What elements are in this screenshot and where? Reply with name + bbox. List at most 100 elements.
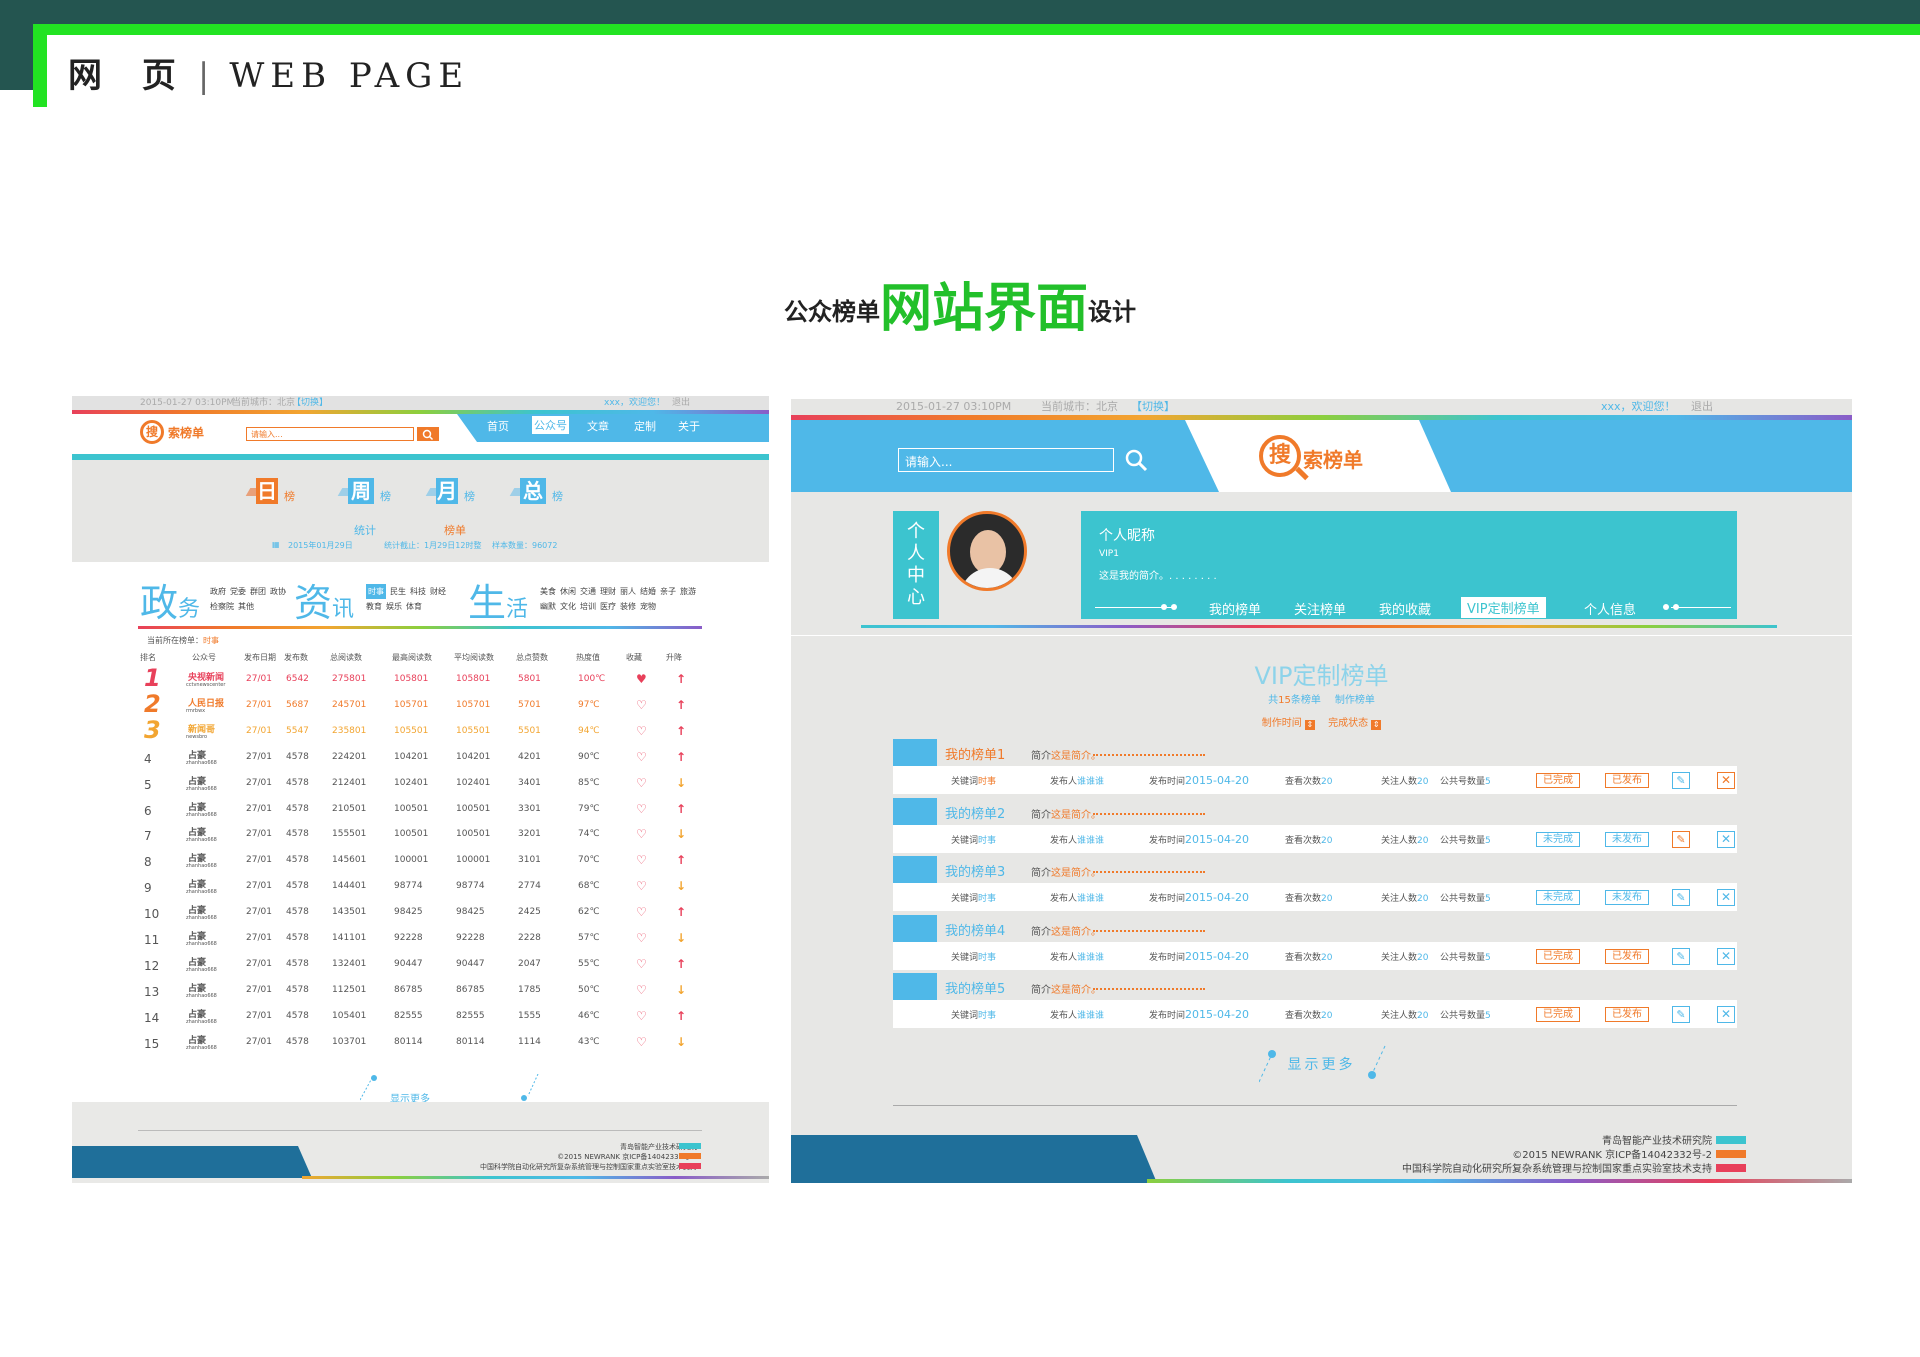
left-nav-article[interactable]: 文章 bbox=[587, 418, 609, 434]
status-complete-badge[interactable]: 未完成 bbox=[1536, 890, 1580, 905]
cat-tag[interactable]: 民生 bbox=[390, 584, 406, 599]
heart-icon[interactable]: ♡ bbox=[636, 698, 647, 712]
heart-icon[interactable]: ♡ bbox=[636, 1009, 647, 1023]
status-complete-badge[interactable]: 已完成 bbox=[1536, 1007, 1580, 1022]
delete-icon[interactable]: ✕ bbox=[1717, 772, 1735, 789]
cat-politics[interactable]: 政务 bbox=[140, 572, 200, 627]
cat-tag[interactable]: 科技 bbox=[410, 584, 426, 599]
cat-tag[interactable]: 娱乐 bbox=[386, 599, 402, 614]
cat-tag[interactable]: 教育 bbox=[366, 599, 382, 614]
status-complete-badge[interactable]: 未完成 bbox=[1536, 831, 1580, 847]
list-field-label: 发布人 bbox=[1050, 777, 1078, 787]
cat-tag[interactable]: 培训 bbox=[580, 599, 596, 614]
cat-tag[interactable]: 结婚 bbox=[640, 584, 656, 599]
right-switch-link[interactable]: 【切换】 bbox=[1131, 399, 1175, 415]
cat-tag[interactable]: 其他 bbox=[238, 599, 254, 614]
edit-icon[interactable]: ✎ bbox=[1672, 772, 1690, 789]
status-publish-badge[interactable]: 已发布 bbox=[1605, 948, 1649, 964]
cat-tag[interactable]: 理财 bbox=[600, 584, 616, 599]
cat-news[interactable]: 资讯 bbox=[294, 572, 354, 627]
cat-tag[interactable]: 旅游 bbox=[680, 584, 696, 599]
list-name[interactable]: 我的榜单1 bbox=[945, 744, 1005, 763]
left-search-box[interactable]: 请输入... bbox=[246, 427, 414, 441]
cat-tag[interactable]: 丽人 bbox=[620, 584, 636, 599]
left-search-button[interactable] bbox=[417, 427, 439, 441]
delete-icon[interactable]: ✕ bbox=[1717, 889, 1735, 906]
cat-life[interactable]: 生活 bbox=[468, 572, 528, 627]
cat-tag[interactable]: 亲子 bbox=[660, 584, 676, 599]
edit-icon[interactable]: ✎ bbox=[1672, 1006, 1690, 1023]
heart-icon[interactable]: ♡ bbox=[636, 776, 647, 790]
right-search-icon[interactable] bbox=[1122, 446, 1152, 476]
cat-tag[interactable]: 幽默 bbox=[540, 599, 556, 614]
list-field-value: 时事 bbox=[978, 777, 997, 787]
left-switch-link[interactable]: 【切换】 bbox=[292, 396, 328, 410]
list-name[interactable]: 我的榜单3 bbox=[945, 861, 1005, 880]
sort-by-time[interactable]: 制作时间 bbox=[1262, 718, 1302, 729]
cat-tag[interactable]: 政府 bbox=[210, 584, 226, 599]
heart-icon[interactable]: ♥ bbox=[636, 672, 647, 686]
tab-profile-info[interactable]: 个人信息 bbox=[1584, 599, 1636, 618]
sort-by-status[interactable]: 完成状态 bbox=[1328, 718, 1368, 729]
status-publish-badge[interactable]: 未发布 bbox=[1605, 831, 1649, 847]
left-nav-custom[interactable]: 定制 bbox=[634, 418, 656, 434]
list-name[interactable]: 我的榜单5 bbox=[945, 978, 1005, 997]
heart-icon[interactable]: ♡ bbox=[636, 931, 647, 945]
heart-icon[interactable]: ♡ bbox=[636, 750, 647, 764]
right-logout-link[interactable]: 退出 bbox=[1691, 399, 1713, 415]
heart-icon[interactable]: ♡ bbox=[636, 905, 647, 919]
heart-icon[interactable]: ♡ bbox=[636, 827, 647, 841]
cat-tag[interactable]: 美食 bbox=[540, 584, 556, 599]
tab-favorites[interactable]: 我的收藏 bbox=[1379, 599, 1431, 618]
left-nav-home[interactable]: 首页 bbox=[487, 418, 509, 434]
rank: 8 bbox=[144, 855, 152, 870]
cat-tag[interactable]: 群团 bbox=[250, 584, 266, 599]
edit-icon[interactable]: ✎ bbox=[1672, 947, 1690, 965]
sort-status-icon[interactable]: ⇕ bbox=[1371, 720, 1382, 730]
delete-icon[interactable]: ✕ bbox=[1717, 947, 1735, 965]
cat-tag[interactable]: 宠物 bbox=[640, 599, 656, 614]
status-complete-badge[interactable]: 已完成 bbox=[1536, 948, 1580, 964]
tab-vip-custom[interactable]: VIP定制榜单 bbox=[1461, 597, 1546, 618]
heart-icon[interactable]: ♡ bbox=[636, 957, 647, 971]
vip-make-link[interactable]: 制作榜单 bbox=[1335, 695, 1375, 706]
avatar[interactable] bbox=[947, 511, 1027, 591]
left-nav-about[interactable]: 关于 bbox=[678, 418, 700, 434]
edit-icon[interactable]: ✎ bbox=[1672, 830, 1690, 848]
tabs-dot-left1 bbox=[1161, 604, 1167, 610]
tab-followed[interactable]: 关注榜单 bbox=[1294, 599, 1346, 618]
cat-tag[interactable]: 文化 bbox=[560, 599, 576, 614]
cat-tag[interactable]: 时事 bbox=[366, 584, 386, 599]
status-publish-badge[interactable]: 未发布 bbox=[1605, 890, 1649, 905]
edit-icon[interactable]: ✎ bbox=[1672, 889, 1690, 906]
cat-tag[interactable]: 交通 bbox=[580, 584, 596, 599]
heart-icon[interactable]: ♡ bbox=[636, 853, 647, 867]
tab-my-lists[interactable]: 我的榜单 bbox=[1209, 599, 1261, 618]
list-name[interactable]: 我的榜单4 bbox=[945, 920, 1005, 939]
status-publish-badge[interactable]: 已发布 bbox=[1605, 773, 1649, 788]
cat-tag[interactable]: 休闲 bbox=[560, 584, 576, 599]
right-search-placeholder: 请输入... bbox=[905, 455, 953, 469]
cat-tag[interactable]: 政协 bbox=[270, 584, 286, 599]
cat-tag[interactable]: 体育 bbox=[406, 599, 422, 614]
status-publish-badge[interactable]: 已发布 bbox=[1605, 1007, 1649, 1022]
heart-icon[interactable]: ♡ bbox=[636, 1035, 647, 1049]
list-name[interactable]: 我的榜单2 bbox=[945, 803, 1005, 822]
heart-icon[interactable]: ♡ bbox=[636, 879, 647, 893]
status-complete-badge[interactable]: 已完成 bbox=[1536, 773, 1580, 788]
cat-tag[interactable]: 装修 bbox=[620, 599, 636, 614]
cat-tag[interactable]: 检察院 bbox=[210, 599, 234, 614]
cat-tag[interactable]: 党委 bbox=[230, 584, 246, 599]
heart-icon[interactable]: ♡ bbox=[636, 724, 647, 738]
cat-tag[interactable]: 财经 bbox=[430, 584, 446, 599]
left-nav-account[interactable]: 公众号 bbox=[532, 416, 569, 434]
profile-level: VIP1 bbox=[1099, 549, 1119, 559]
heart-icon[interactable]: ♡ bbox=[636, 983, 647, 997]
right-search-box[interactable]: 请输入... bbox=[898, 448, 1114, 472]
delete-icon[interactable]: ✕ bbox=[1717, 1006, 1735, 1023]
heart-icon[interactable]: ♡ bbox=[636, 802, 647, 816]
left-logout-link[interactable]: 退出 bbox=[672, 396, 690, 410]
cat-tag[interactable]: 医疗 bbox=[600, 599, 616, 614]
sort-time-icon[interactable]: ⇕ bbox=[1304, 720, 1315, 730]
delete-icon[interactable]: ✕ bbox=[1717, 830, 1735, 848]
